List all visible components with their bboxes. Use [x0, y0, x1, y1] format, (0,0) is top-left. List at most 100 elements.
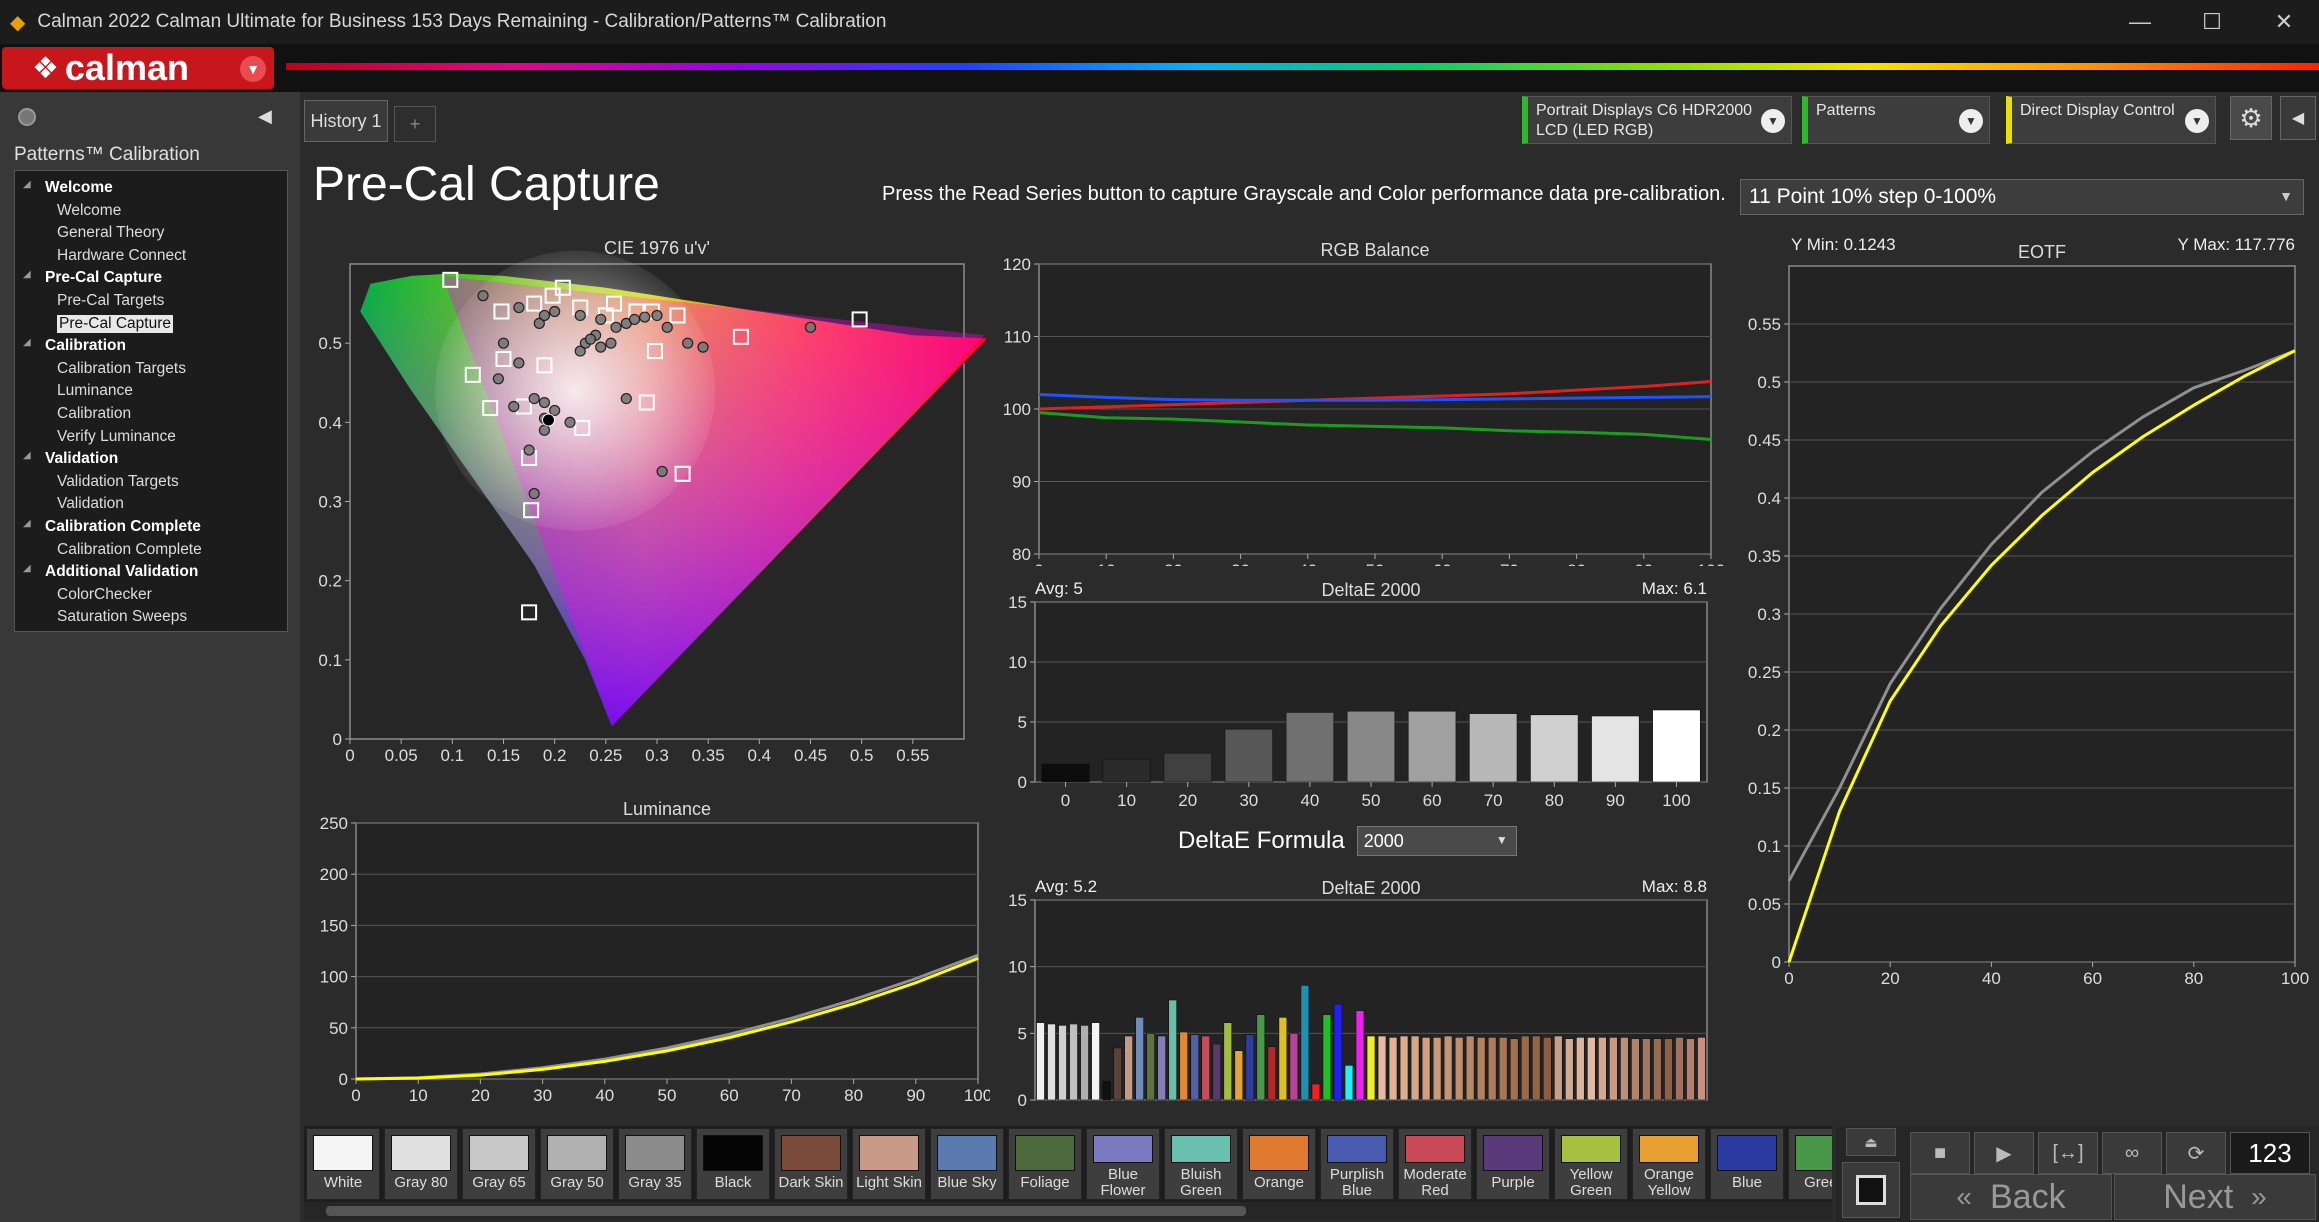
deltae-formula-dropdown[interactable]: 2000 ▼	[1356, 826, 1517, 856]
swatch-button[interactable]: Gray 50	[540, 1128, 614, 1200]
control-selector[interactable]: Direct Display Control ▼	[2006, 96, 2216, 144]
nav-item[interactable]: Pre-Cal Capture	[57, 314, 173, 333]
x-tick-label: 40	[1300, 791, 1319, 810]
collapse-sidebar-button[interactable]: ◀	[258, 106, 272, 127]
swatch-button[interactable]: Dark Skin	[774, 1128, 848, 1200]
stop-button[interactable]: ■	[1910, 1132, 1970, 1174]
swatch-button[interactable]: Purple	[1476, 1128, 1550, 1200]
nav-item[interactable]: Welcome	[57, 202, 121, 220]
x-tick-label: 0.35	[692, 746, 725, 765]
swatch-button[interactable]: Blue Flower	[1086, 1128, 1160, 1200]
scrollbar-thumb[interactable]	[326, 1206, 1246, 1216]
swatch-button[interactable]: Orange Yellow	[1632, 1128, 1706, 1200]
nav-item[interactable]: Luminance	[57, 382, 133, 400]
nav-item[interactable]: Hardware Connect	[57, 247, 186, 265]
read-series-button[interactable]	[1842, 1162, 1900, 1218]
nav-group-item[interactable]: Calibration Complete	[45, 518, 201, 536]
y-tick-label: 250	[320, 814, 348, 833]
swatch-button[interactable]: Moderate Red	[1398, 1128, 1472, 1200]
deltae-bar	[1278, 1017, 1288, 1101]
measure-frame-button[interactable]: [↔]	[2038, 1132, 2098, 1174]
nav-item[interactable]: Calibration Targets	[57, 360, 186, 378]
nav-item[interactable]: Calibration Complete	[57, 541, 202, 559]
swatch-button[interactable]: Yellow Green	[1554, 1128, 1628, 1200]
nav-item[interactable]: Saturation Sweeps	[57, 608, 187, 626]
refresh-button[interactable]: ⟳	[2166, 1132, 2226, 1174]
chevron-down-icon[interactable]: ▼	[240, 56, 266, 82]
chevron-down-icon[interactable]: ▼	[2185, 109, 2209, 133]
swatch-label: Bluish Green	[1180, 1166, 1222, 1199]
chevron-down-icon[interactable]: ▼	[1761, 109, 1785, 133]
deltae-bar	[1212, 1043, 1222, 1101]
x-tick-label: 80	[1545, 791, 1564, 810]
swatch-label: Gray 35	[628, 1174, 682, 1191]
swatch-button[interactable]: Gray 35	[618, 1128, 692, 1200]
nav-group-item[interactable]: Welcome	[45, 179, 113, 197]
point-series-dropdown[interactable]: 11 Point 10% step 0-100% ▼	[1740, 179, 2304, 215]
swatch-button[interactable]: Purplish Blue	[1320, 1128, 1394, 1200]
chevron-down-icon[interactable]: ▼	[1959, 109, 1983, 133]
display-name: Portrait Displays C6 HDR2000	[1536, 102, 1753, 119]
swatch-button[interactable]: Gray 65	[462, 1128, 536, 1200]
expand-arrow-icon[interactable]: ◢	[23, 563, 31, 574]
continuous-button[interactable]: ∞	[2102, 1132, 2162, 1174]
expand-arrow-icon[interactable]: ◢	[23, 450, 31, 461]
x-tick-label: 0.5	[850, 746, 874, 765]
deltae-bar	[1476, 1037, 1486, 1101]
swatch-button[interactable]: Black	[696, 1128, 770, 1200]
swatch-color	[391, 1135, 451, 1171]
nav-item[interactable]: Validation	[57, 495, 124, 513]
expand-right-button[interactable]: ◀	[2280, 96, 2316, 140]
measured-point	[528, 487, 540, 500]
measured-point	[661, 321, 673, 333]
next-button[interactable]: Next »	[2114, 1174, 2316, 1220]
expand-arrow-icon[interactable]: ◢	[23, 269, 31, 280]
swatch-button[interactable]: Green	[1788, 1128, 1832, 1200]
deltae-colorchecker-chart: DeltaE 2000 Avg: 5.2 Max: 8.8 0 5 10 15	[1008, 877, 1708, 1110]
swatch-button[interactable]: White	[306, 1128, 380, 1200]
tab-history-1[interactable]: History 1	[304, 100, 388, 142]
maximize-button[interactable]: ☐	[2177, 0, 2247, 44]
swatch-button[interactable]: Orange	[1242, 1128, 1316, 1200]
deltae-bar	[1355, 1010, 1365, 1101]
nav-item[interactable]: ColorChecker	[57, 586, 152, 604]
display-selector[interactable]: Portrait Displays C6 HDR2000 LCD (LED RG…	[1522, 96, 1792, 144]
nav-item[interactable]: Calibration	[57, 405, 131, 423]
add-tab-button[interactable]: +	[394, 106, 436, 142]
eject-up-button[interactable]: ⏏	[1846, 1128, 1896, 1156]
nav-group-item[interactable]: Validation	[45, 450, 118, 468]
sidebar-pin-icon[interactable]	[18, 108, 36, 126]
expand-arrow-icon[interactable]: ◢	[23, 179, 31, 190]
y-tick-label: 0.1	[1757, 837, 1781, 856]
swatch-button[interactable]: Blue Sky	[930, 1128, 1004, 1200]
settings-gear-button[interactable]: ⚙	[2230, 96, 2272, 140]
swatch-button[interactable]: Blue	[1710, 1128, 1784, 1200]
swatch-scrollbar[interactable]	[304, 1202, 1832, 1220]
nav-group-item[interactable]: Additional Validation	[45, 563, 198, 581]
swatch-button[interactable]: Foliage	[1008, 1128, 1082, 1200]
swatch-button[interactable]: Gray 80	[384, 1128, 458, 1200]
expand-arrow-icon[interactable]: ◢	[23, 518, 31, 529]
deltae-bar	[1036, 1022, 1045, 1101]
deltae-bar	[1530, 714, 1579, 783]
nav-group-item[interactable]: Calibration	[45, 337, 126, 355]
back-button[interactable]: « Back	[1910, 1174, 2112, 1220]
swatch-button[interactable]: Light Skin	[852, 1128, 926, 1200]
deltae-bar	[1653, 1038, 1662, 1101]
x-tick-label: 60	[720, 1086, 739, 1105]
nav-group-item[interactable]: Pre-Cal Capture	[45, 269, 162, 287]
patterns-selector[interactable]: Patterns ▼	[1802, 96, 1990, 144]
minimize-button[interactable]: —	[2105, 0, 2175, 44]
y-tick-label: 80	[1012, 545, 1031, 564]
swatch-button[interactable]: Bluish Green	[1164, 1128, 1238, 1200]
nav-item[interactable]: Verify Luminance	[57, 428, 176, 446]
avg-label: Avg: 5	[1035, 579, 1083, 598]
nav-item[interactable]: Pre-Cal Targets	[57, 292, 164, 310]
nav-item[interactable]: General Theory	[57, 224, 164, 242]
measured-point	[584, 333, 597, 345]
play-button[interactable]: ▶	[1974, 1132, 2034, 1174]
nav-item[interactable]: Validation Targets	[57, 473, 179, 491]
calman-logo[interactable]: ❖ calman ▼	[2, 47, 274, 89]
expand-arrow-icon[interactable]: ◢	[23, 337, 31, 348]
close-button[interactable]: ✕	[2249, 0, 2319, 44]
